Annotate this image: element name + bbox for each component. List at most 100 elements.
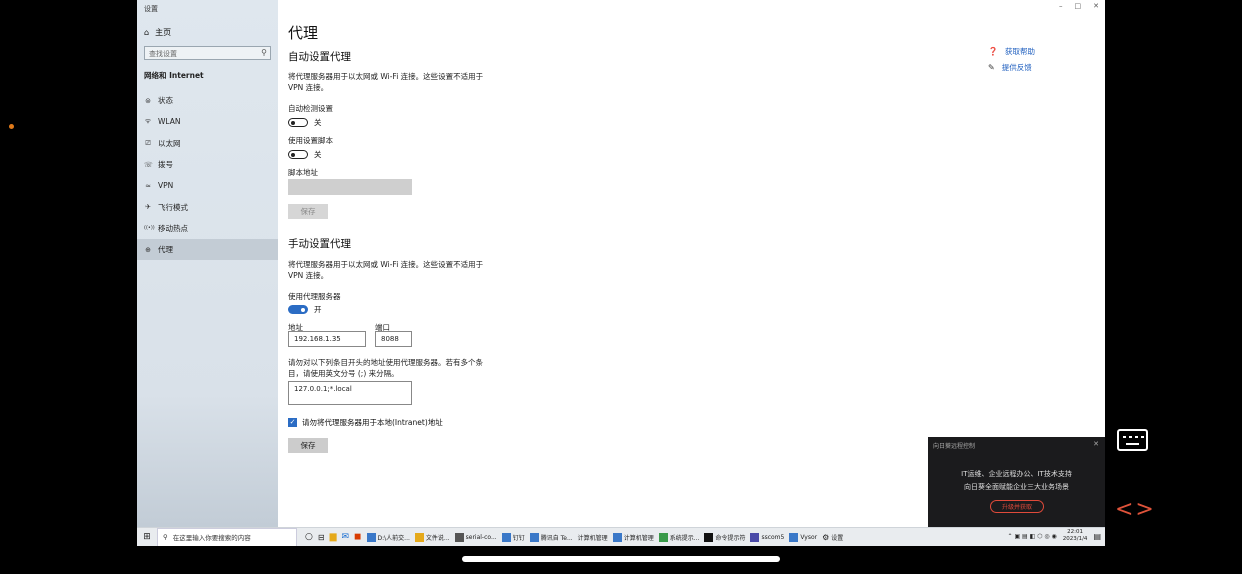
sidebar-item-label: WLAN [158, 117, 181, 127]
feedback-label: 提供反馈 [1001, 63, 1032, 72]
page-title: 代理 [288, 24, 319, 42]
proxy-address-input[interactable]: 192.168.1.35 [288, 331, 366, 347]
taskbar-search-placeholder: 在这里输入你要搜索的内容 [172, 534, 251, 542]
explorer-icon[interactable]: ▆ [330, 532, 337, 542]
sidebar-item-ethernet[interactable]: ⎚ 以太网 [137, 133, 278, 154]
script-address-input[interactable] [288, 179, 412, 195]
auto-save-button[interactable]: 保存 [288, 204, 328, 219]
sidebar-item-dialup[interactable]: ☏ 拨号 [137, 154, 278, 175]
widgets-icon[interactable]: ⊟ [318, 533, 325, 542]
auto-proxy-desc: 将代理服务器用于以太网或 Wi-Fi 连接。这些设置不适用于 VPN 连接。 [288, 72, 484, 92]
get-help-link[interactable]: ❓ 获取帮助 [988, 46, 1035, 57]
notification-icon[interactable]: ▤ [1093, 532, 1101, 541]
sidebar-item-vpn[interactable]: ≈ VPN [137, 175, 278, 196]
airplane-icon: ✈ [145, 203, 151, 212]
search-icon: ⚲ [163, 533, 168, 541]
auto-detect-label: 自动检测设置 [288, 104, 333, 113]
window-title: 设置 [144, 5, 158, 13]
remote-control-notification: 向日葵远程控制 ✕ IT运维、企业远程办公、IT技术支持 向日葵全面赋能企业三大… [928, 437, 1105, 527]
manual-proxy-desc: 将代理服务器用于以太网或 Wi-Fi 连接。这些设置不适用于 VPN 连接。 [288, 260, 484, 280]
local-bypass-label: 请勿将代理服务器用于本地(Intranet)地址 [302, 418, 443, 427]
code-arrows-icon[interactable]: <> [1115, 497, 1156, 522]
close-button[interactable]: ✕ [1093, 2, 1099, 10]
maximize-button[interactable]: □ [1075, 2, 1082, 10]
sidebar-section-title: 网络和 Internet [144, 71, 204, 80]
taskbar-app[interactable]: 计算机管理 [612, 532, 654, 542]
get-help-label: 获取帮助 [1004, 47, 1035, 56]
sidebar-item-proxy[interactable]: ⊕ 代理 [137, 239, 278, 261]
auto-detect-toggle[interactable]: 关 [288, 117, 322, 128]
sidebar-item-hotspot[interactable]: ((•)) 移动热点 [137, 218, 278, 239]
taskbar-search-input[interactable]: ⚲ 在这里输入你要搜索的内容 [157, 527, 297, 546]
local-bypass-checkbox[interactable]: ✓ 请勿将代理服务器用于本地(Intranet)地址 [288, 417, 443, 428]
floating-dot [9, 124, 14, 129]
app-icon [366, 532, 376, 542]
search-placeholder: 查找设置 [149, 50, 177, 58]
office-icon[interactable]: ◼ [354, 532, 361, 542]
manual-save-button[interactable]: 保存 [288, 438, 328, 453]
settings-search-input[interactable]: 查找设置 ⚲ [144, 46, 271, 60]
help-icon: ❓ [988, 47, 998, 56]
sidebar-item-label: 拨号 [158, 160, 173, 170]
setup-script-toggle[interactable]: 关 [288, 149, 322, 160]
notification-title: 向日葵远程控制 [933, 443, 976, 450]
minimize-button[interactable]: – [1059, 2, 1063, 10]
sidebar-item-label: 移动热点 [158, 223, 188, 233]
sidebar-item-airplane[interactable]: ✈ 飞行模式 [137, 196, 278, 217]
app-icon [658, 532, 668, 542]
upgrade-button[interactable]: 升级并获取 [990, 500, 1044, 513]
toggle-state: 开 [314, 305, 322, 314]
app-icon [529, 532, 539, 542]
tray-icons[interactable]: ⌃ ▣ ▤ ◧ ⬡ ◎ ◉ [1008, 533, 1057, 540]
home-indicator-bar[interactable] [462, 556, 780, 562]
taskbar-app[interactable]: 腾讯自 Te... [529, 532, 573, 542]
keyboard-icon[interactable] [1117, 429, 1148, 451]
mail-icon[interactable]: ✉ [341, 532, 349, 542]
sidebar-item-wlan[interactable]: ᯤ WLAN [137, 111, 278, 132]
script-address-label: 脚本地址 [288, 168, 318, 177]
taskbar-app-label: 钉钉 [512, 534, 525, 542]
taskbar-apps: ○ ⊟ ▆ ✉ ◼ D:\人前交... 文件说... serial-co... … [305, 532, 843, 542]
dialup-icon: ☏ [144, 160, 153, 169]
toggle-state: 关 [314, 118, 322, 127]
taskbar-app[interactable]: 计算机管理 [578, 533, 608, 542]
sidebar-item-status[interactable]: ⊜ 状态 [137, 90, 278, 111]
taskbar-app[interactable]: 文件说... [414, 532, 450, 542]
toggle-state: 关 [314, 150, 322, 159]
notification-line: 向日葵全面赋能企业三大业务场景 [964, 483, 1069, 491]
sidebar-nav: ⊜ 状态 ᯤ WLAN ⎚ 以太网 ☏ 拨号 ≈ VPN ✈ 飞行模式 ((•)… [137, 90, 278, 261]
taskbar-app[interactable]: D:\人前交... [366, 532, 410, 542]
feedback-link[interactable]: ✎ 提供反馈 [988, 62, 1032, 73]
taskbar-app[interactable]: Vysor [789, 532, 818, 542]
taskbar-app[interactable]: 命令提示符 [704, 532, 745, 542]
taskbar-app[interactable]: 钉钉 [501, 532, 525, 542]
use-proxy-label: 使用代理服务器 [288, 292, 341, 301]
windows-start-icon[interactable]: ⊞ [137, 532, 157, 542]
taskbar-app-label: 系统提示... [669, 534, 700, 542]
clock-date: 2023/1/4 [1062, 536, 1088, 542]
home-link[interactable]: ⌂ 主页 [144, 27, 171, 38]
proxy-exceptions-input[interactable]: 127.0.0.1;*.local [288, 381, 412, 405]
sidebar-item-label: 代理 [158, 245, 173, 255]
taskbar-app-label: sscom5 [761, 533, 785, 541]
taskbar-app[interactable]: serial-co... [454, 532, 497, 542]
taskbar-app[interactable]: 系统提示... [658, 532, 700, 542]
proxy-port-input[interactable]: 8088 [375, 331, 412, 347]
clock[interactable]: 22:01 2023/1/4 [1063, 529, 1088, 543]
taskbar-app-label: 计算机管理 [577, 534, 608, 542]
task-view-icon[interactable]: ○ [305, 532, 313, 542]
home-icon: ⌂ [144, 28, 150, 37]
taskbar-app[interactable]: ⚙ 设置 [822, 533, 843, 542]
sidebar-item-label: 飞行模式 [158, 202, 188, 212]
home-label: 主页 [155, 28, 172, 37]
wifi-icon: ᯤ [144, 117, 152, 126]
taskbar-app-label: 文件说... [425, 534, 450, 542]
close-icon[interactable]: ✕ [1093, 440, 1099, 448]
taskbar-app-label: Vysor [800, 533, 818, 541]
taskbar-app[interactable]: sscom5 [750, 532, 785, 542]
app-icon [750, 532, 760, 542]
use-proxy-toggle[interactable]: 开 [288, 304, 322, 315]
status-icon: ⊜ [145, 96, 151, 105]
toggle-switch [288, 150, 308, 159]
taskbar-app-label: serial-co... [465, 533, 497, 541]
